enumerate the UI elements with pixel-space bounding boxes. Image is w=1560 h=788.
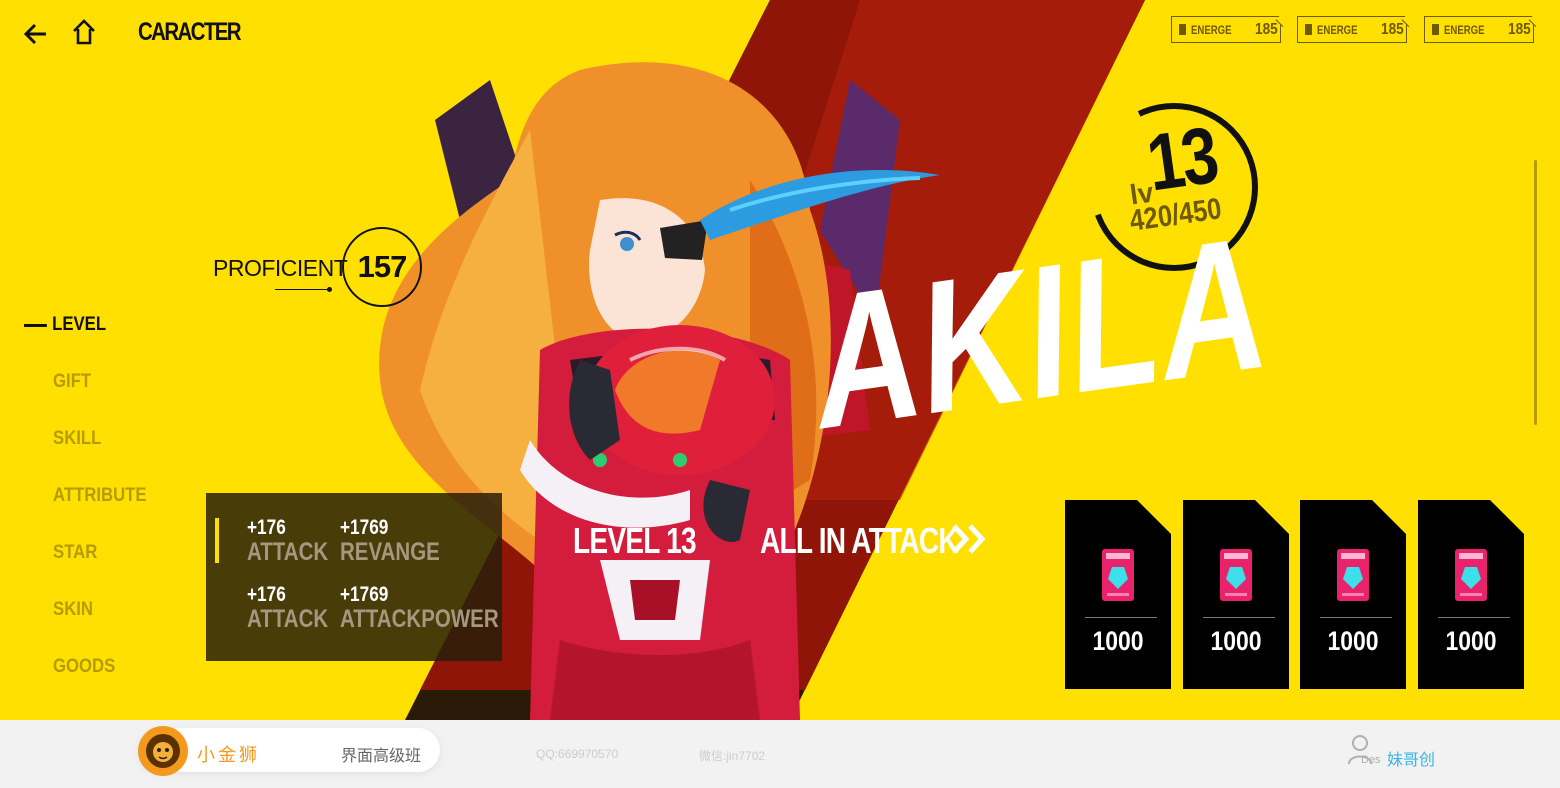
energy-chip-1[interactable]: ENERGE 185: [1171, 12, 1290, 43]
lion-logo-icon: [138, 726, 188, 776]
menu-item-skill[interactable]: SKILL: [24, 410, 147, 467]
card-value: 1000: [1445, 626, 1497, 656]
double-chevron-right-icon[interactable]: [950, 522, 990, 556]
energy-label: ENERGE: [1444, 22, 1485, 37]
menu-item-attribute[interactable]: ATTRIBUTE: [24, 467, 147, 524]
energy-chip-3[interactable]: ENERGE 185: [1424, 12, 1543, 43]
item-pack-icon: [1455, 549, 1487, 601]
brand-name: 小金狮: [197, 745, 260, 765]
home-icon[interactable]: [70, 18, 98, 46]
card-value: 1000: [1092, 626, 1144, 656]
proficient-divider: [275, 289, 330, 290]
proficient-label: PROFICIENT: [213, 255, 348, 281]
proficient-value: 157: [342, 227, 422, 307]
stat-value: +176: [247, 516, 286, 539]
stats-accent-bar: [215, 518, 219, 563]
item-pack-icon: [1337, 549, 1369, 601]
menu-item-skin[interactable]: SKIN: [24, 581, 147, 638]
qq-contact: QQ:669970570: [536, 747, 619, 761]
item-card-1[interactable]: 1000: [1065, 500, 1171, 689]
item-card-3[interactable]: 1000: [1300, 500, 1406, 689]
footer: 小金狮 界面高级班 QQ:669970570 微信:jin7702 Des 妹哥…: [0, 720, 1560, 788]
energy-value: 185: [1381, 20, 1404, 38]
menu-item-star[interactable]: STAR: [24, 524, 147, 581]
stat-name: ATTACKPOWER: [340, 605, 499, 633]
card-value: 1000: [1210, 626, 1262, 656]
stat-attackpower: +1769 ATTACKPOWER: [340, 583, 499, 633]
item-pack-icon: [1102, 549, 1134, 601]
energy-icon: [1305, 24, 1313, 35]
energy-value: 185: [1255, 20, 1278, 38]
energy-chip-2[interactable]: ENERGE 185: [1297, 12, 1416, 43]
item-card-2[interactable]: 1000: [1183, 500, 1289, 689]
back-arrow-icon[interactable]: [22, 20, 50, 48]
energy-icon: [1432, 24, 1440, 35]
energy-label: ENERGE: [1191, 22, 1232, 37]
character-screen: CARACTER ENERGE 185 ENERGE 185 ENERGE 18…: [0, 0, 1560, 720]
proficient-dot: [327, 287, 332, 292]
wechat-contact: 微信:jin7702: [699, 749, 766, 763]
des-label: Des: [1361, 754, 1381, 766]
author-name: 妹哥创: [1387, 752, 1436, 769]
stat-value: +1769: [340, 516, 389, 539]
brand-pill: 小金狮 界面高级班: [138, 726, 440, 776]
scrollbar[interactable]: [1534, 160, 1537, 425]
stat-revange: +1769 REVANGE: [340, 516, 440, 566]
card-divider: [1320, 617, 1392, 618]
stat-value: +176: [247, 583, 286, 606]
energy-label: ENERGE: [1317, 22, 1358, 37]
stat-value: +1769: [340, 583, 389, 606]
menu-item-level[interactable]: LEVEL: [24, 296, 147, 353]
energy-icon: [1179, 24, 1187, 35]
card-value: 1000: [1327, 626, 1379, 656]
menu-item-goods[interactable]: GOODS: [24, 638, 147, 695]
level-caption: LEVEL 13: [573, 520, 697, 561]
page-title: CARACTER: [138, 18, 242, 46]
stat-name: ATTACK: [247, 538, 329, 566]
item-card-4[interactable]: 1000: [1418, 500, 1524, 689]
energy-value: 185: [1508, 20, 1531, 38]
course-name: 界面高级班: [341, 748, 422, 765]
stat-name: ATTACK: [247, 605, 329, 633]
stat-attack: +176 ATTACK: [247, 516, 329, 566]
card-divider: [1438, 617, 1510, 618]
all-in-attack-button[interactable]: ALL IN ATTACK: [760, 520, 959, 562]
side-menu: LEVEL GIFT SKILL ATTRIBUTE STAR SKIN GOO…: [24, 296, 163, 695]
card-divider: [1085, 617, 1157, 618]
menu-item-gift[interactable]: GIFT: [24, 353, 147, 410]
card-divider: [1203, 617, 1275, 618]
stat-attack-2: +176 ATTACK: [247, 583, 329, 633]
stat-name: REVANGE: [340, 538, 440, 566]
item-pack-icon: [1220, 549, 1252, 601]
stats-panel: +176 ATTACK +1769 REVANGE +176 ATTACK +1…: [206, 493, 502, 661]
